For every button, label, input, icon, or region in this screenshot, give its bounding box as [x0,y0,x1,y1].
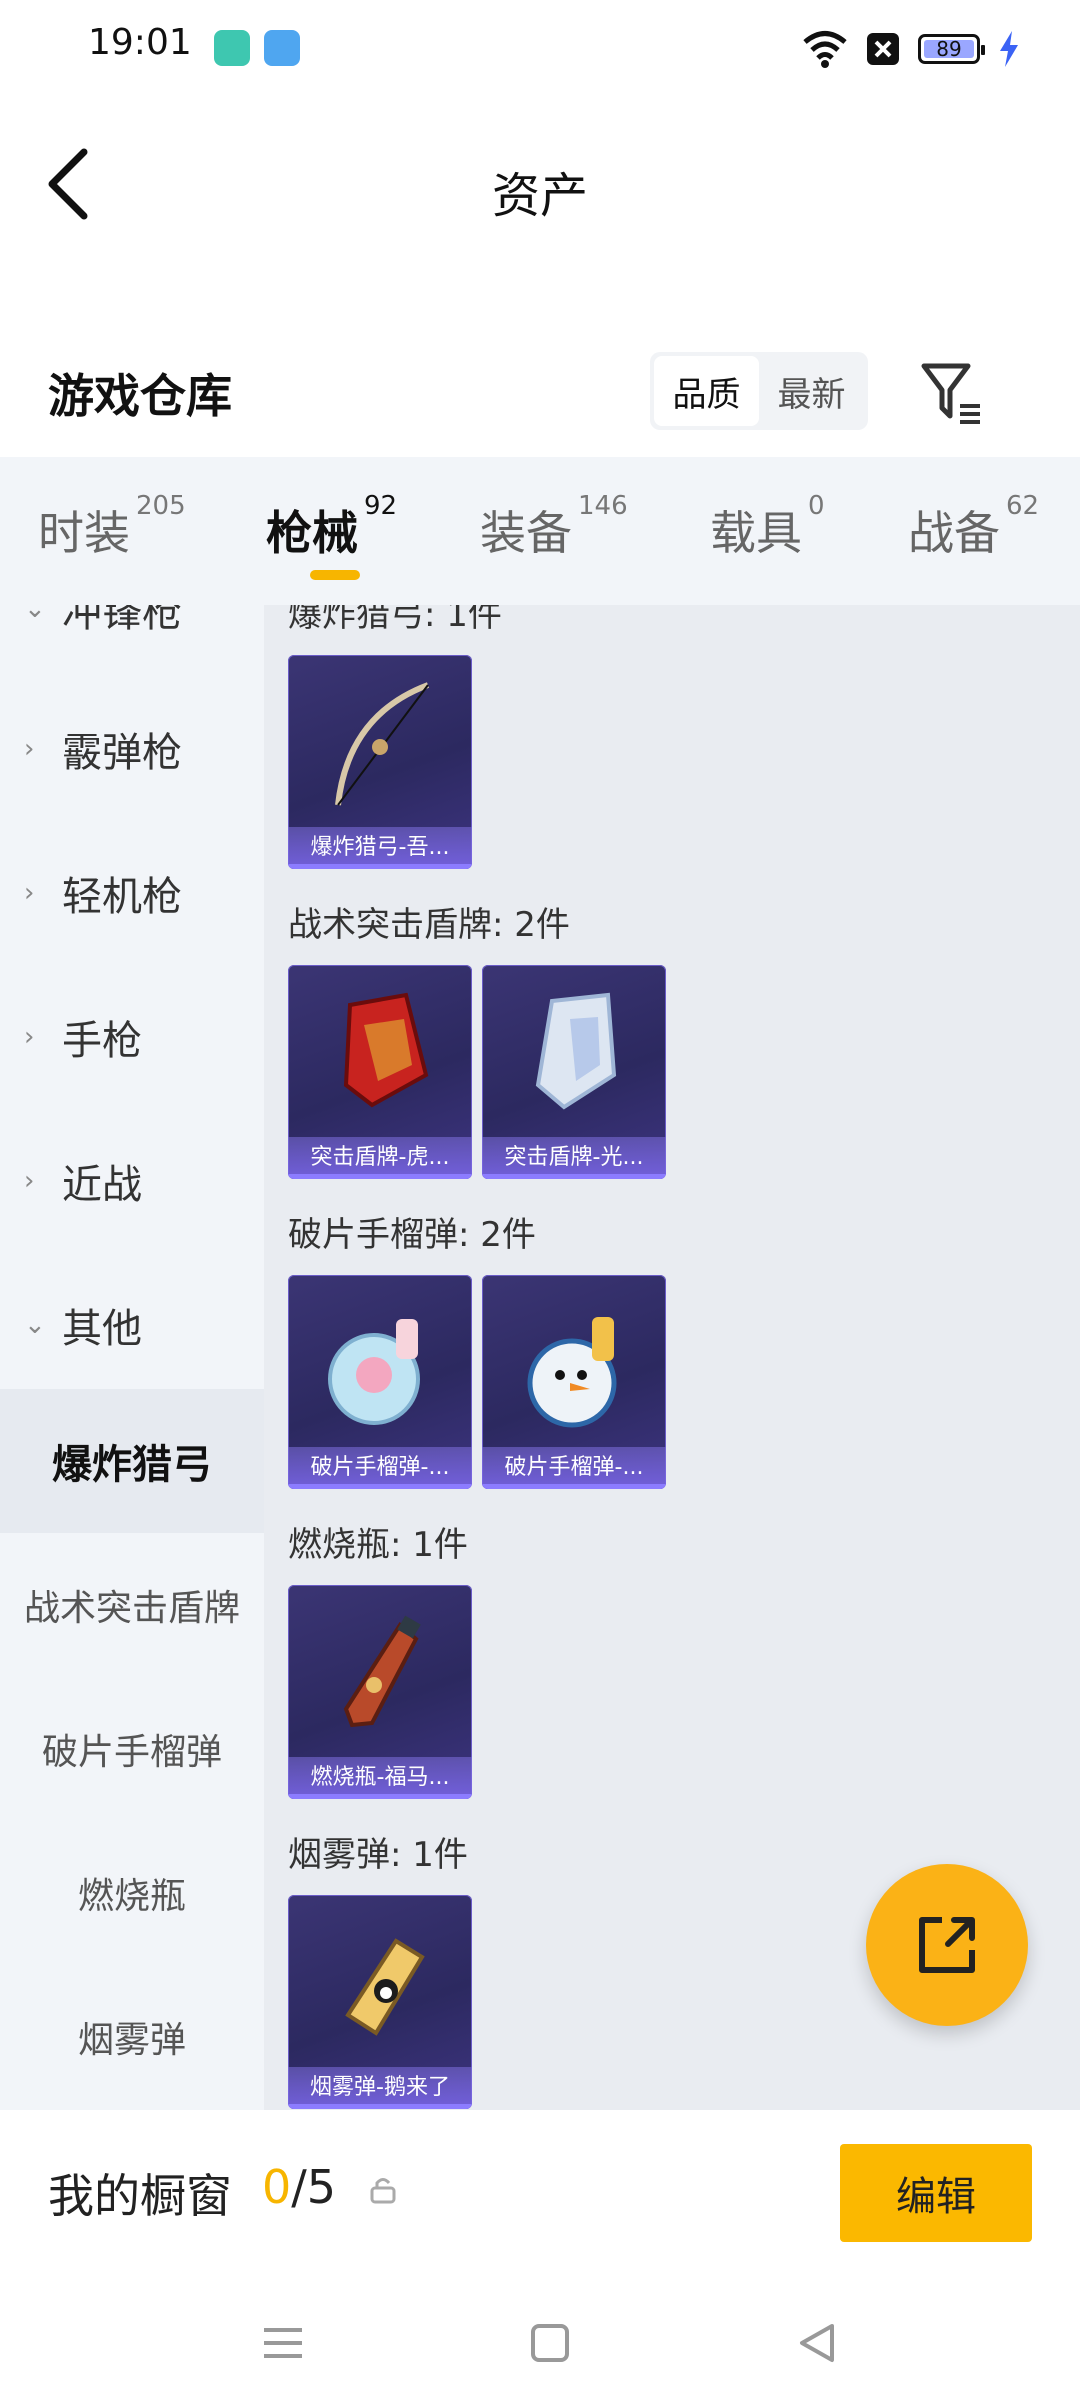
item-card[interactable]: 突击盾牌-光... [482,965,666,1179]
tab-firearms[interactable]: 枪械 92 [266,491,397,563]
edit-button[interactable]: 编辑 [840,2144,1032,2242]
sort-quality-button[interactable]: 品质 [654,356,759,426]
sidebar-item-lmg[interactable]: › 轻机枪 [0,821,264,965]
chevron-right-icon: › [24,1166,35,1196]
chevron-down-icon: ⌄ [24,1310,46,1340]
share-button[interactable] [866,1864,1028,2026]
sidebar-subitem-explosive-bow[interactable]: 爆炸猎弓 [0,1389,264,1533]
item-card[interactable]: 爆炸猎弓-吾... [288,655,472,869]
group-title-assault-shield: 战术突击盾牌: 2件 [288,905,570,945]
sidebar-subitem-assault-shield[interactable]: 战术突击盾牌 [0,1533,264,1677]
status-time: 19:01 [88,22,192,63]
warehouse-title: 游戏仓库 [48,369,232,423]
tab-equipment[interactable]: 装备 146 [480,491,628,563]
showcase-bar: 我的橱窗 0/5 编辑 [0,2110,1080,2280]
back-icon[interactable] [792,2318,842,2368]
charging-icon [1000,31,1018,67]
silver-shield-icon [535,992,617,1110]
showcase-title: 我的橱窗 [48,2169,232,2223]
share-icon [919,1917,975,1973]
item-card[interactable]: 破片手榴弹-... [288,1275,472,1489]
group-title-explosive-bow: 爆炸猎弓: 1件 [288,605,502,635]
active-tab-indicator [310,570,360,580]
group-title-molotov: 燃烧瓶: 1件 [288,1525,468,1565]
tab-supplies[interactable]: 战备 62 [908,491,1039,563]
smoke-grenade-icon [345,1938,425,2036]
tab-fashion[interactable]: 时装 205 [38,491,186,563]
item-card[interactable]: 破片手榴弹-... [482,1275,666,1489]
menu-icon[interactable] [258,2318,308,2368]
sidebar-item-melee[interactable]: › 近战 [0,1109,264,1253]
weather-app-icon [264,30,300,66]
sidebar-item-other[interactable]: ⌄ 其他 [0,1253,264,1397]
showcase-count: 0/5 [262,2160,337,2214]
item-card[interactable]: 突击盾牌-虎... [288,965,472,1179]
chevron-right-icon: › [24,734,35,764]
item-card[interactable]: 烟雾弹-鹅来了 [288,1895,472,2109]
chevron-right-icon: › [24,878,35,908]
filter-icon[interactable] [918,358,988,428]
battery-icon: 89 [918,34,985,64]
category-tabs: 时装 205 枪械 92 装备 146 载具 0 战备 62 [0,457,1080,605]
sidebar: ⌄ 冲锋枪 › 霰弹枪 › 轻机枪 › 手枪 › 近战 ⌄ 其他 爆炸猎弓 战术… [0,605,264,2110]
group-title-smoke: 烟雾弹: 1件 [288,1835,468,1875]
sidebar-item-shotgun[interactable]: › 霰弹枪 [0,677,264,821]
sidebar-subitem-smoke[interactable]: 烟雾弹 [0,1965,264,2109]
sort-latest-button[interactable]: 最新 [759,356,864,426]
lock-icon [370,2178,396,2204]
chevron-right-icon: › [24,1022,35,1052]
molotov-icon [343,1615,421,1728]
sidebar-subitem-molotov[interactable]: 燃烧瓶 [0,1821,264,1965]
sidebar-item-smg[interactable]: ⌄ 冲锋枪 [0,605,264,681]
wifi-icon [803,31,847,68]
pink-grenade-icon [328,1319,420,1425]
snowman-grenade-icon [527,1317,617,1428]
app-notification-icon [214,30,250,66]
system-nav-bar [0,2280,1080,2408]
sort-toggle: 品质 最新 [650,352,868,430]
page-title: 资产 [491,168,588,224]
bow-icon [335,682,430,806]
sidebar-item-pistol[interactable]: › 手枪 [0,965,264,1109]
header: 资产 [0,96,1080,266]
item-card[interactable]: 燃烧瓶-福马... [288,1585,472,1799]
red-shield-icon [343,992,429,1108]
warehouse-header: 游戏仓库 品质 最新 [0,330,1080,450]
home-icon[interactable] [525,2318,575,2368]
sidebar-subitem-frag-grenade[interactable]: 破片手榴弹 [0,1677,264,1821]
tab-vehicles[interactable]: 载具 0 [710,491,825,563]
group-title-frag-grenade: 破片手榴弹: 2件 [288,1215,536,1255]
battery-level: 89 [936,37,962,61]
chevron-down-icon: ⌄ [24,605,46,624]
no-sim-icon [867,33,899,65]
status-bar: 19:01 89 [0,0,1080,96]
